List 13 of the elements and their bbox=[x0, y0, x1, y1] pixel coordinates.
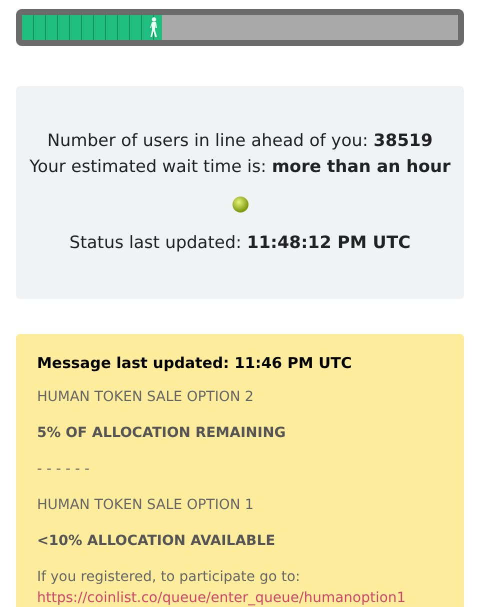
message-heading: 5% OF ALLOCATION REMAINING bbox=[37, 424, 287, 442]
status-updated-text: Status last updated: 11:48:12 PM UTC bbox=[69, 232, 411, 255]
message-text: - - - - - - bbox=[37, 460, 91, 478]
walking-person-icon bbox=[148, 17, 159, 38]
status-text: Your estimated wait time is: more than an hour bbox=[29, 156, 451, 179]
message-heading: <10% ALLOCATION AVAILABLE bbox=[37, 532, 276, 550]
status-light-icon bbox=[232, 196, 248, 213]
message-link[interactable]: https://coinlist.co/queue/enter_queue/humanoption1 bbox=[37, 588, 443, 607]
status-text: Number of users in line ahead of you: 38519 bbox=[47, 130, 433, 153]
message-text: HUMAN TOKEN SALE OPTION 2 bbox=[37, 388, 255, 406]
message-text: HUMAN TOKEN SALE OPTION 1 bbox=[37, 496, 255, 514]
message-title: Message last updated: 11:46 PM UTC bbox=[37, 353, 353, 374]
message-text: If you registered, to participate go to: bbox=[37, 568, 302, 586]
